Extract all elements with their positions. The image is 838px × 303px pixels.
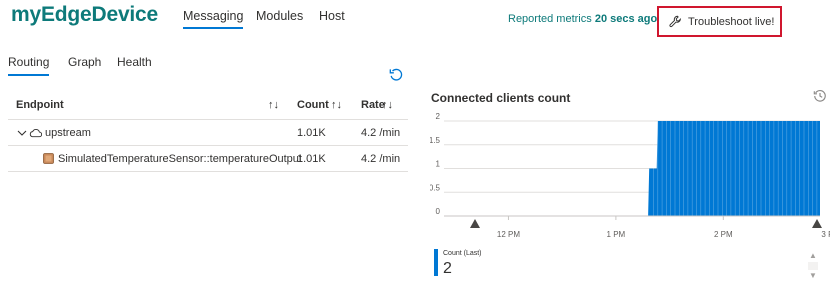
y-tick-label: 2 [436, 112, 441, 121]
routing-table: Endpoint ↑↓ Count ↑↓ Rate ↑↓ upstream 1.… [8, 92, 408, 172]
cloud-icon [29, 128, 42, 138]
y-tick-label: 1.5 [430, 136, 441, 145]
y-tick-label: 0.5 [430, 183, 441, 192]
metrics-prefix: Reported metrics [508, 13, 592, 25]
endpoint-rate: 4.2 /min [361, 153, 401, 165]
x-tick-label: 3 PM [821, 230, 830, 239]
subtab-routing[interactable]: Routing [8, 55, 50, 76]
x-tick-label: 2 PM [714, 230, 733, 239]
tab-messaging[interactable]: Messaging [183, 9, 244, 29]
table-header: Endpoint ↑↓ Count ↑↓ Rate ↑↓ [8, 92, 408, 120]
subtab-health[interactable]: Health [117, 55, 152, 69]
troubleshoot-label: Troubleshoot live! [688, 15, 775, 28]
device-title: myEdgeDevice [11, 3, 159, 26]
scroll-down-button[interactable]: ▼ [808, 271, 818, 281]
troubleshoot-live-button[interactable]: Troubleshoot live! [657, 6, 782, 37]
legend-label: Count (Last) [443, 250, 482, 257]
table-row[interactable]: SimulatedTemperatureSensor::temperatureO… [8, 146, 408, 172]
scrollbar-track[interactable] [808, 262, 818, 270]
connected-clients-chart: 0 0.5 1 1.5 2 12 PM 1 PM 2 PM 3 PM [430, 112, 830, 239]
x-tick-label: 1 PM [607, 230, 626, 239]
x-tick-label: 12 PM [497, 230, 520, 239]
chevron-down-icon[interactable] [17, 128, 27, 138]
endpoint-count: 1.01K [297, 153, 326, 165]
endpoint-count: 1.01K [297, 127, 326, 139]
sort-endpoint-icon[interactable]: ↑↓ [268, 99, 279, 111]
range-end-handle [812, 219, 822, 228]
legend-value: 2 [443, 260, 452, 277]
tab-modules[interactable]: Modules [256, 9, 303, 23]
endpoint-rate: 4.2 /min [361, 127, 401, 139]
endpoint-name: upstream [45, 127, 91, 139]
column-endpoint[interactable]: Endpoint [16, 99, 64, 111]
sort-rate-icon[interactable]: ↑↓ [382, 99, 393, 111]
column-count[interactable]: Count [297, 99, 329, 111]
y-tick-label: 0 [436, 207, 441, 216]
module-icon [43, 153, 54, 164]
scroll-up-button[interactable]: ▲ [808, 251, 818, 261]
endpoint-name: SimulatedTemperatureSensor::temperatureO… [58, 153, 302, 165]
legend-color-bar [434, 249, 438, 276]
refresh-icon[interactable] [389, 68, 403, 82]
sort-count-icon[interactable]: ↑↓ [331, 99, 342, 111]
range-start-handle [470, 219, 480, 228]
subtab-graph[interactable]: Graph [68, 55, 101, 69]
table-row[interactable]: upstream 1.01K 4.2 /min [8, 120, 408, 146]
chart-title: Connected clients count [431, 91, 571, 105]
history-icon[interactable] [813, 89, 827, 103]
wrench-icon [669, 15, 681, 28]
reported-metrics: Reported metrics 20 secs ago [508, 13, 657, 25]
y-tick-label: 1 [436, 160, 441, 169]
metrics-time: 20 secs ago [594, 13, 658, 25]
tab-host[interactable]: Host [319, 9, 345, 23]
